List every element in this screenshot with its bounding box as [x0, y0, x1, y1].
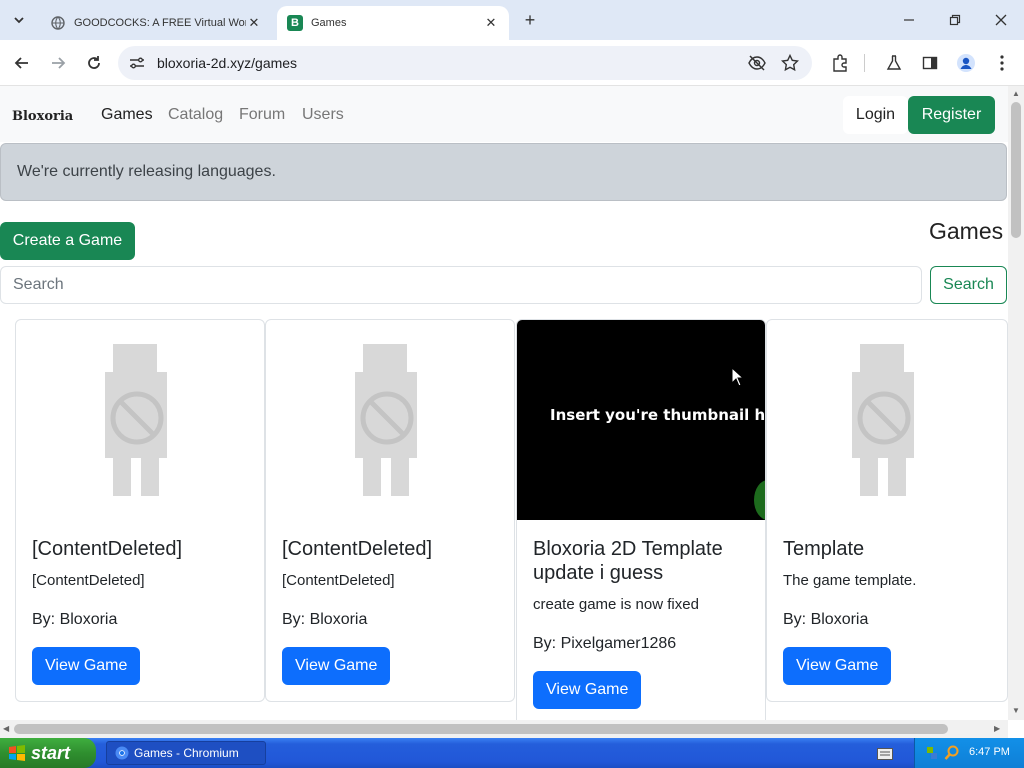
system-tray: 6:47 PM	[914, 738, 1024, 768]
game-card: Template The game template. By: Bloxoria…	[766, 319, 1008, 702]
page-content: Bloxoria Games Catalog Forum Users Login…	[0, 86, 1008, 720]
game-card: [ContentDeleted] [ContentDeleted] By: Bl…	[265, 319, 515, 702]
card-description: [ContentDeleted]	[32, 572, 145, 589]
card-title: [ContentDeleted]	[282, 538, 433, 560]
view-game-button[interactable]: View Game	[533, 671, 642, 709]
thumbnail-green-shape	[754, 480, 765, 520]
windows-logo-icon	[8, 745, 26, 761]
game-card: [ContentDeleted] [ContentDeleted] By: Bl…	[15, 319, 265, 702]
card-title: Template	[783, 538, 865, 560]
vertical-scrollbar[interactable]: ▲ ▼	[1008, 86, 1024, 720]
restore-icon[interactable]	[943, 8, 967, 32]
placeholder-thumbnail-icon	[266, 320, 514, 520]
forward-arrow-icon[interactable]	[46, 51, 70, 75]
close-window-icon[interactable]	[989, 8, 1013, 32]
tab-games[interactable]: B Games ✕	[277, 6, 509, 40]
mouse-cursor-icon	[731, 366, 745, 392]
bookmark-star-icon[interactable]	[780, 53, 800, 77]
side-panel-icon[interactable]	[918, 51, 942, 75]
chromium-icon	[115, 746, 129, 760]
back-arrow-icon[interactable]	[10, 51, 34, 75]
search-button[interactable]: Search	[930, 266, 1007, 304]
tab-search-chevron-icon[interactable]	[8, 9, 30, 31]
card-author: By: Bloxoria	[32, 611, 118, 628]
new-tab-plus-icon[interactable]: +	[520, 10, 540, 30]
menu-kebab-icon[interactable]	[990, 51, 1014, 75]
windows-taskbar: start Games - Chromium 6:47 PM	[0, 738, 1024, 768]
nav-link-forum[interactable]: Forum	[239, 106, 285, 124]
scroll-up-arrow-icon[interactable]: ▲	[1012, 89, 1020, 98]
create-game-button[interactable]: Create a Game	[0, 222, 135, 260]
view-game-button[interactable]: View Game	[783, 647, 892, 685]
site-settings-icon[interactable]	[129, 56, 145, 75]
site-navbar: Bloxoria Games Catalog Forum Users Login…	[0, 86, 1008, 142]
minimize-icon[interactable]	[897, 8, 921, 32]
tab-title: GOODCOCKS: A FREE Virtual Worl	[74, 17, 246, 29]
nav-link-catalog[interactable]: Catalog	[168, 106, 223, 124]
tab-close-icon[interactable]: ✕	[246, 15, 262, 31]
game-card: Insert you're thumbnail here Bloxoria 2D…	[516, 319, 766, 720]
login-button[interactable]: Login	[843, 96, 908, 134]
taskbar-item-chromium[interactable]: Games - Chromium	[106, 741, 266, 765]
card-title: Bloxoria 2D Template update i guess	[533, 538, 723, 584]
url-text: bloxoria-2d.xyz/games	[157, 55, 298, 71]
bloxoria-favicon-icon: B	[287, 15, 303, 31]
card-description: create game is now fixed	[533, 596, 699, 613]
extensions-puzzle-icon[interactable]	[828, 51, 852, 75]
card-description: The game template.	[783, 572, 917, 589]
globe-icon	[50, 15, 66, 31]
tab-title: Games	[311, 17, 347, 29]
toolbar-divider	[864, 54, 865, 72]
game-thumbnail-image: Insert you're thumbnail here	[517, 320, 765, 520]
search-magnifier-icon[interactable]	[944, 745, 960, 766]
register-button[interactable]: Register	[908, 96, 995, 134]
placeholder-thumbnail-icon	[767, 320, 1007, 520]
scroll-down-arrow-icon[interactable]: ▼	[1012, 706, 1020, 715]
horizontal-scrollbar[interactable]: ◀ ▶	[0, 720, 1008, 738]
horizontal-scroll-thumb[interactable]	[14, 724, 948, 734]
scroll-left-arrow-icon[interactable]: ◀	[3, 724, 9, 733]
nav-link-games[interactable]: Games	[101, 106, 153, 124]
site-brand[interactable]: Bloxoria	[12, 109, 73, 124]
eye-off-icon[interactable]	[748, 55, 766, 76]
card-author: By: Bloxoria	[282, 611, 368, 628]
view-game-button[interactable]: View Game	[282, 647, 391, 685]
start-label: start	[31, 742, 71, 763]
view-game-button[interactable]: View Game	[32, 647, 141, 685]
address-bar[interactable]: bloxoria-2d.xyz/games	[118, 46, 812, 80]
labs-flask-icon[interactable]	[882, 51, 906, 75]
nav-link-users[interactable]: Users	[302, 106, 344, 124]
search-input[interactable]	[0, 266, 922, 304]
thumbnail-text: Insert you're thumbnail here	[550, 406, 766, 424]
start-button[interactable]: start	[0, 738, 96, 768]
card-author: By: Bloxoria	[783, 611, 869, 628]
scroll-right-arrow-icon[interactable]: ▶	[994, 724, 1000, 733]
alert-text: We're currently releasing languages.	[17, 163, 276, 180]
taskbar-item-label: Games - Chromium	[134, 746, 239, 760]
tab-close-icon[interactable]: ✕	[483, 15, 499, 31]
card-description: [ContentDeleted]	[282, 572, 395, 589]
keyboard-icon[interactable]	[877, 747, 893, 760]
profile-avatar-icon[interactable]	[954, 51, 978, 75]
vertical-scroll-thumb[interactable]	[1011, 102, 1021, 238]
browser-toolbar: bloxoria-2d.xyz/games	[0, 40, 1024, 86]
card-author: By: Pixelgamer1286	[533, 635, 677, 652]
reload-icon[interactable]	[82, 51, 106, 75]
card-title: [ContentDeleted]	[32, 538, 183, 560]
tab-goodcocks[interactable]: GOODCOCKS: A FREE Virtual Worl ✕	[40, 6, 272, 40]
network-icon[interactable]	[925, 745, 939, 766]
page-title: Games	[929, 218, 1004, 244]
clock: 6:47 PM	[969, 746, 1010, 758]
browser-tab-strip: GOODCOCKS: A FREE Virtual Worl ✕ B Games…	[0, 0, 1024, 40]
placeholder-thumbnail-icon	[16, 320, 264, 520]
info-alert: We're currently releasing languages.	[0, 143, 1007, 201]
